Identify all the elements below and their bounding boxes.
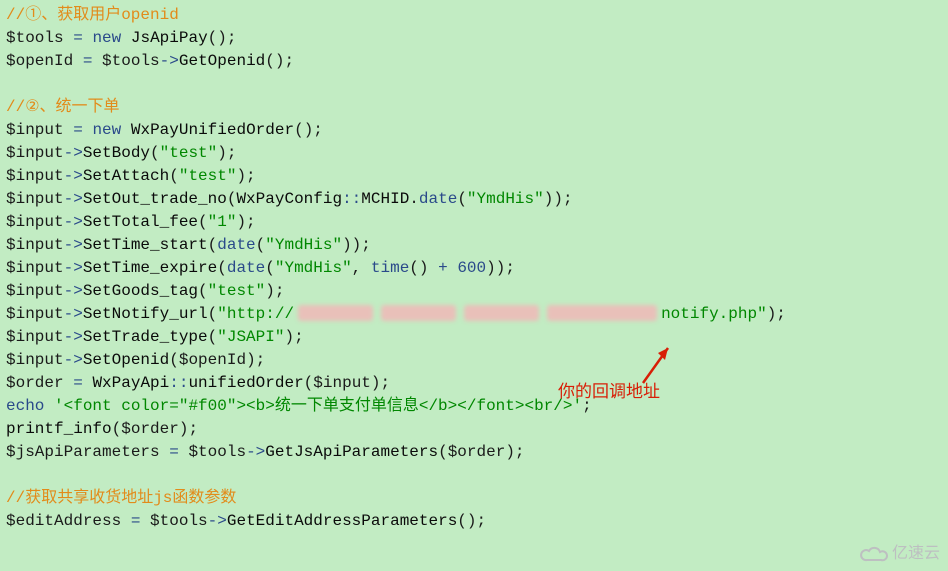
annotation-label: 你的回调地址 (558, 380, 660, 403)
comment: //①、获取用户openid (6, 6, 179, 24)
redacted-url-segment (464, 305, 539, 321)
watermark: 亿速云 (860, 542, 940, 565)
comment: //获取共享收货地址js函数参数 (6, 489, 236, 507)
redacted-url-segment (298, 305, 373, 321)
redacted-url-segment (547, 305, 657, 321)
watermark-text: 亿速云 (892, 542, 940, 565)
comment: //②、统一下单 (6, 98, 120, 116)
redacted-url-segment (381, 305, 456, 321)
cloud-icon (860, 544, 888, 564)
code-block: //①、获取用户openid $tools = new JsApiPay(); … (0, 0, 948, 537)
